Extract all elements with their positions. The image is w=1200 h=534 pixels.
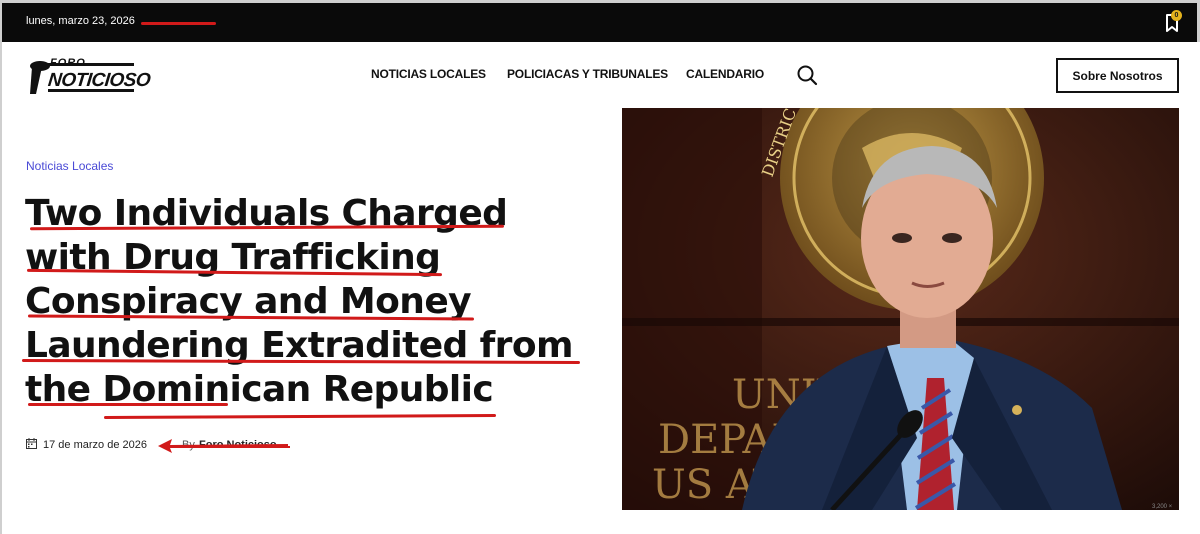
red-annotation-arrow xyxy=(158,439,288,453)
article-date: 17 de marzo de 2026 xyxy=(43,439,147,451)
nav-item-policiacas-tribunales[interactable]: POLICIACAS Y TRIBUNALES xyxy=(507,67,668,81)
image-credit: 3,200 × xyxy=(1152,504,1173,510)
red-annotation-underline xyxy=(141,22,216,25)
bookmark-count-badge: 0 xyxy=(1171,10,1182,21)
window-border-top xyxy=(0,0,1200,3)
nav-item-calendario[interactable]: CALENDARIO xyxy=(686,67,764,81)
article-featured-image[interactable]: DISTRICT UNITED DEPARTMENT US ATTORNEY xyxy=(622,108,1179,510)
red-annotation-underline xyxy=(103,413,497,420)
about-us-button[interactable]: Sobre Nosotros xyxy=(1056,58,1179,93)
top-bar xyxy=(0,0,1200,42)
logo-text-noticioso: NOTICIOSO xyxy=(46,70,152,91)
article-category-link[interactable]: Noticias Locales xyxy=(26,159,113,173)
search-icon[interactable] xyxy=(796,64,818,86)
current-date: lunes, marzo 23, 2026 xyxy=(26,15,135,27)
nav-item-noticias-locales[interactable]: NOTICIAS LOCALES xyxy=(371,67,486,81)
calendar-icon xyxy=(26,438,37,449)
red-annotation-underline xyxy=(28,403,228,406)
logo-text-foro: FORO xyxy=(50,57,86,69)
